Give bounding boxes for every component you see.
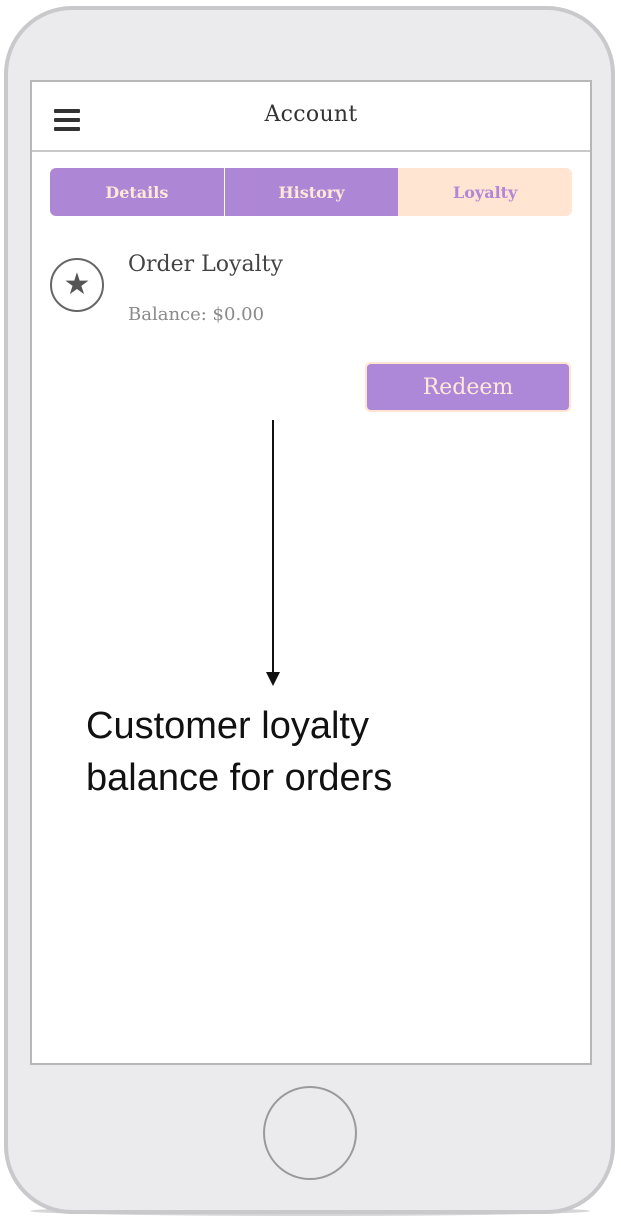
- star-icon: ★: [50, 258, 104, 312]
- app-screen: Account Details History Loyalty ★ Order …: [30, 80, 592, 1065]
- annotation-line-2: balance for orders: [86, 757, 393, 799]
- annotation-arrow: [266, 420, 280, 686]
- annotation-text: Customer loyalty balance for orders: [86, 700, 526, 804]
- loyalty-program-name: Order Loyalty: [128, 252, 283, 277]
- top-bar: Account: [32, 82, 590, 152]
- account-tabs: Details History Loyalty: [50, 168, 572, 216]
- page-title: Account: [264, 102, 358, 127]
- annotation-line-1: Customer loyalty: [86, 705, 369, 747]
- tab-loyalty[interactable]: Loyalty: [398, 168, 572, 216]
- redeem-button[interactable]: Redeem: [365, 362, 571, 412]
- loyalty-balance: Balance: $0.00: [128, 304, 265, 325]
- tab-history[interactable]: History: [224, 168, 399, 216]
- tab-details[interactable]: Details: [50, 168, 225, 216]
- home-button[interactable]: [263, 1086, 357, 1180]
